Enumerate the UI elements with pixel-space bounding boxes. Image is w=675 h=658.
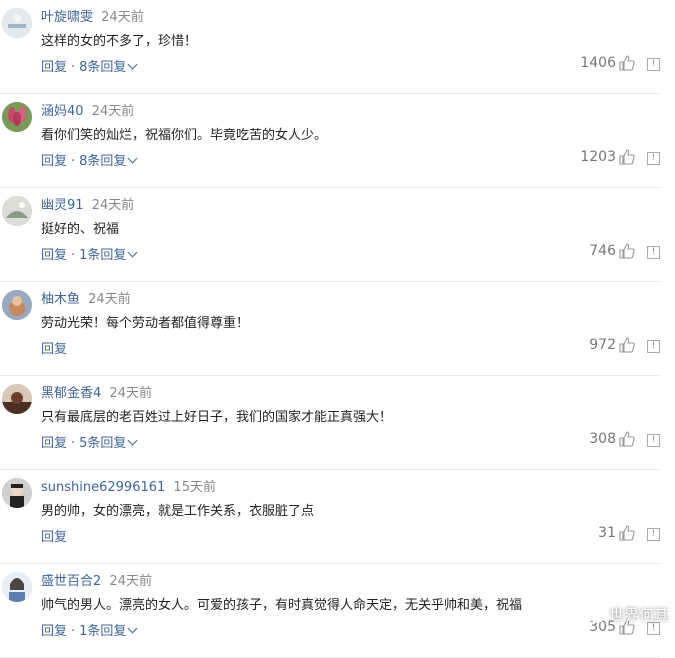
comment-text: 挺好的、祝福: [41, 222, 120, 237]
reply-button[interactable]: 回复: [41, 530, 67, 545]
avatar[interactable]: [2, 8, 32, 38]
watermark: 世界何其: [583, 604, 669, 625]
comment-actions: 回复 · 5条回复: [41, 432, 138, 451]
replies-toggle[interactable]: 8条回复: [79, 60, 126, 75]
comment-time: 24天前: [101, 10, 144, 25]
comment-item: 涵妈40 24天前 看你们笑的灿烂，祝福你们。毕竟吃苦的女人少。 回复 · 8条回复…: [0, 94, 660, 188]
comment-meta: 幽灵91 24天前: [41, 194, 134, 213]
like-count: 31: [598, 525, 616, 541]
chevron-down-icon[interactable]: [127, 435, 138, 446]
avatar[interactable]: [2, 196, 32, 226]
thumbs-up-icon[interactable]: [619, 431, 635, 447]
comment-item: 幽灵91 24天前 挺好的、祝福 回复 · 1条回复 746 !: [0, 188, 660, 282]
comment-text: 这样的女的不多了，珍惜！: [41, 34, 198, 49]
comment-item: 黑郁金香4 24天前 只有最底层的老百姓过上好日子，我们的国家才能正真强大！ 回…: [0, 376, 660, 470]
reply-button[interactable]: 回复: [41, 342, 67, 357]
watermark-text: 世界何其: [608, 606, 669, 624]
report-icon[interactable]: !: [647, 152, 660, 165]
replies-toggle[interactable]: 5条回复: [79, 436, 126, 451]
comment-meta: sunshine62996161 15天前: [41, 476, 216, 495]
like-count: 308: [589, 431, 616, 447]
replies-toggle[interactable]: 8条回复: [79, 154, 126, 169]
comment-actions: 回复 · 8条回复: [41, 56, 138, 75]
reply-button[interactable]: 回复: [41, 436, 67, 451]
author-name[interactable]: 幽灵91: [41, 198, 84, 213]
comment-time: 24天前: [109, 574, 152, 589]
comment-actions: 回复: [41, 338, 67, 357]
thumbs-up-icon[interactable]: [619, 243, 635, 259]
comment-time: 24天前: [88, 292, 131, 307]
comment-meta: 盛世百合2 24天前: [41, 570, 152, 589]
report-icon[interactable]: !: [647, 58, 660, 71]
comment-meta: 黑郁金香4 24天前: [41, 382, 152, 401]
comment-time: 24天前: [109, 386, 152, 401]
thumbs-up-icon[interactable]: [619, 525, 635, 541]
like-button[interactable]: 972: [589, 337, 635, 353]
actions-separator: ·: [71, 248, 76, 263]
actions-separator: ·: [71, 436, 76, 451]
author-name[interactable]: sunshine62996161: [41, 480, 165, 495]
like-button[interactable]: 1406: [580, 55, 635, 71]
like-count: 1406: [580, 55, 616, 71]
replies-toggle[interactable]: 1条回复: [79, 248, 126, 263]
comment-text: 帅气的男人。漂亮的女人。可爱的孩子，有时真觉得人命天定，无关乎帅和美，祝福: [41, 598, 523, 613]
actions-separator: ·: [71, 154, 76, 169]
like-button[interactable]: 308: [589, 431, 635, 447]
comment-meta: 叶旋啸雯 24天前: [41, 6, 144, 25]
author-name[interactable]: 柚木鱼: [41, 292, 80, 307]
avatar[interactable]: [2, 384, 32, 414]
thumbs-up-icon[interactable]: [619, 337, 635, 353]
comment-meta: 涵妈40 24天前: [41, 100, 134, 119]
report-icon[interactable]: !: [647, 340, 660, 353]
comment-actions: 回复: [41, 526, 67, 545]
author-name[interactable]: 黑郁金香4: [41, 386, 101, 401]
actions-separator: ·: [71, 60, 76, 75]
comment-item: 柚木鱼 24天前 劳动光荣！每个劳动者都值得尊重！ 回复 972 !: [0, 282, 660, 376]
report-icon[interactable]: !: [647, 528, 660, 541]
chevron-down-icon[interactable]: [127, 59, 138, 70]
comment-item: sunshine62996161 15天前 男的帅，女的漂亮，就是工作关系，衣服…: [0, 470, 660, 564]
reply-button[interactable]: 回复: [41, 248, 67, 263]
avatar[interactable]: [2, 478, 32, 508]
comment-actions: 回复 · 1条回复: [41, 244, 138, 263]
comment-meta: 柚木鱼 24天前: [41, 288, 131, 307]
avatar[interactable]: [2, 572, 32, 602]
chevron-down-icon[interactable]: [127, 153, 138, 164]
chevron-down-icon[interactable]: [127, 623, 138, 634]
reply-button[interactable]: 回复: [41, 154, 67, 169]
avatar[interactable]: [2, 102, 32, 132]
like-count: 972: [589, 337, 616, 353]
like-count: 1203: [580, 149, 616, 165]
thumbs-up-icon[interactable]: [619, 55, 635, 71]
author-name[interactable]: 叶旋啸雯: [41, 10, 93, 25]
comment-time: 24天前: [91, 198, 135, 213]
report-icon[interactable]: !: [647, 434, 660, 447]
comment-text: 男的帅，女的漂亮，就是工作关系，衣服脏了点: [41, 504, 315, 519]
comment-actions: 回复 · 1条回复: [41, 620, 138, 639]
chevron-down-icon[interactable]: [127, 247, 138, 258]
comment-item: 叶旋啸雯 24天前 这样的女的不多了，珍惜！ 回复 · 8条回复 1406 !: [0, 0, 660, 94]
comment-item: 盛世百合2 24天前 帅气的男人。漂亮的女人。可爱的孩子，有时真觉得人命天定，无…: [0, 564, 660, 658]
comment-text: 看你们笑的灿烂，祝福你们。毕竟吃苦的女人少。: [41, 128, 328, 143]
like-button[interactable]: 31: [598, 525, 635, 541]
comment-time: 15天前: [173, 480, 216, 495]
comment-time: 24天前: [91, 104, 135, 119]
report-icon[interactable]: !: [647, 246, 660, 259]
comment-text: 劳动光荣！每个劳动者都值得尊重！: [41, 316, 250, 331]
reply-button[interactable]: 回复: [41, 60, 67, 75]
author-name[interactable]: 盛世百合2: [41, 574, 101, 589]
avatar[interactable]: [2, 290, 32, 320]
comment-text: 只有最底层的老百姓过上好日子，我们的国家才能正真强大！: [41, 410, 393, 425]
like-count: 746: [589, 243, 616, 259]
thumbs-up-icon[interactable]: [619, 149, 635, 165]
wechat-icon: [583, 605, 605, 623]
like-button[interactable]: 746: [589, 243, 635, 259]
author-name[interactable]: 涵妈40: [41, 104, 84, 119]
like-button[interactable]: 1203: [580, 149, 635, 165]
comment-actions: 回复 · 8条回复: [41, 150, 138, 169]
